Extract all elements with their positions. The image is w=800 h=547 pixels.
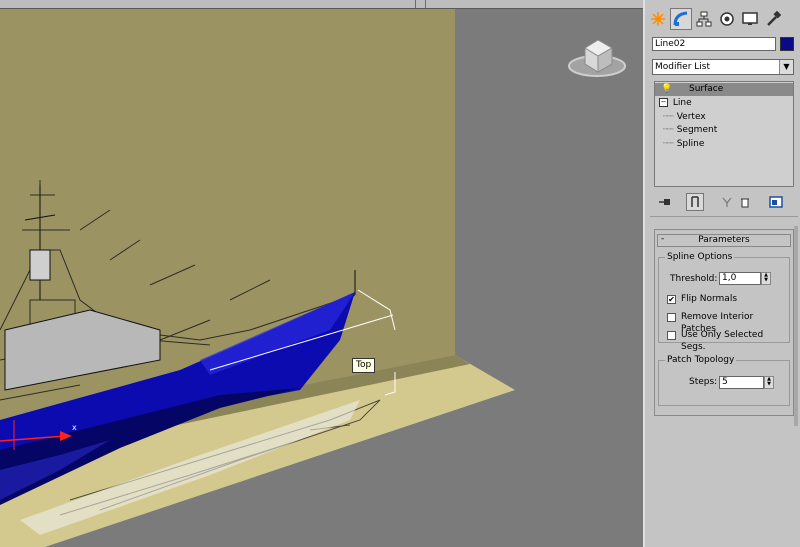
display-tab[interactable] [739, 8, 761, 30]
steps-input[interactable]: 5 [719, 376, 764, 389]
configure-modifier-sets-button[interactable] [767, 193, 785, 211]
spline-options-group: Spline Options Threshold: 1,0 ▲ ▼ ✔ Flip … [658, 252, 790, 352]
make-unique-icon [722, 197, 732, 207]
hierarchy-icon [696, 11, 712, 27]
use-only-selected-segs-label: Use Only Selected Segs. [681, 330, 764, 352]
stack-item-label: Line [672, 98, 692, 108]
utilities-tab[interactable] [762, 8, 784, 30]
stack-item-vertex[interactable]: ┈┈ Vertex [663, 111, 706, 124]
viewport-tooltip-top: Top [352, 358, 376, 373]
collapse-toggle-icon: − [659, 98, 668, 107]
patch-topology-group: Patch Topology Steps: 5 ▲ ▼ [658, 355, 790, 406]
configure-icon [769, 196, 783, 208]
steps-label: Steps: [689, 377, 718, 387]
lightbulb-icon: 💡 [661, 84, 673, 94]
stack-item-surface[interactable]: 💡 Surface [655, 83, 793, 96]
threshold-input[interactable]: 1,0 [719, 272, 761, 285]
tree-connector: ┈┈ [663, 112, 674, 122]
viewcube-icon[interactable] [568, 39, 626, 77]
utilities-icon [767, 11, 781, 26]
threshold-label: Threshold: [670, 274, 718, 284]
object-color-swatch[interactable] [780, 37, 794, 51]
panel-divider [650, 216, 798, 217]
parameters-rollout: - Parameters Spline Options Threshold: 1… [654, 229, 794, 416]
stack-item-label: Segment [676, 125, 718, 135]
pin-stack-button[interactable] [656, 193, 674, 211]
show-end-result-button[interactable] [686, 193, 704, 211]
flip-normals-checkbox[interactable]: ✔ [667, 295, 676, 304]
remove-modifier-button[interactable] [736, 193, 754, 211]
remove-interior-patches-checkbox[interactable] [667, 313, 676, 322]
object-name-field[interactable]: Line02 [652, 37, 776, 51]
modifier-list-label: Modifier List [655, 62, 710, 72]
rollout-title: Parameters [698, 235, 750, 245]
stack-toolbar [654, 193, 796, 211]
use-only-selected-segs-checkbox[interactable] [667, 331, 676, 340]
display-icon [742, 12, 758, 25]
group-legend: Spline Options [665, 252, 735, 263]
stack-item-spline[interactable]: ┈┈ Spline [663, 138, 704, 151]
group-legend: Patch Topology [665, 355, 737, 366]
make-unique-button[interactable] [718, 193, 736, 211]
parameters-rollout-header[interactable]: - Parameters [657, 234, 791, 247]
pin-icon [659, 199, 670, 205]
threshold-spinner[interactable]: ▲ ▼ [761, 272, 771, 285]
modifier-list-dropdown[interactable]: Modifier List ▼ [652, 59, 794, 75]
stack-item-segment[interactable]: ┈┈ Segment [663, 124, 717, 137]
stack-item-label: Surface [689, 84, 724, 94]
modify-tab[interactable] [670, 8, 692, 30]
modify-icon [673, 11, 688, 26]
flip-normals-label: Flip Normals [681, 294, 738, 304]
modifier-stack: 💡 Surface − Line ┈┈ Vertex ┈┈ Segment ┈┈… [654, 81, 794, 187]
command-panel-tabs [647, 8, 799, 32]
command-panel: Line02 Modifier List ▼ 💡 Surface − Line … [643, 0, 800, 547]
panel-scrollbar[interactable] [794, 226, 798, 426]
stack-item-label: Vertex [676, 112, 706, 122]
axis-x-label: x [72, 423, 77, 432]
create-tab[interactable] [647, 8, 669, 30]
chevron-down-icon: ▼ [779, 60, 793, 74]
trash-icon [741, 198, 749, 208]
tree-connector: ┈┈ [663, 125, 674, 135]
hierarchy-tab[interactable] [693, 8, 715, 30]
create-icon [651, 12, 665, 26]
viewport-top-strip [0, 0, 643, 9]
tree-connector: ┈┈ [663, 139, 674, 149]
perspective-viewport[interactable]: x Top [0, 0, 643, 547]
end-result-icon [691, 196, 699, 207]
stack-item-line[interactable]: − Line [659, 97, 692, 110]
scene-render: x [0, 0, 626, 547]
stack-item-label: Spline [676, 139, 705, 149]
steps-spinner[interactable]: ▲ ▼ [764, 376, 774, 389]
motion-tab[interactable] [716, 8, 738, 30]
motion-icon [720, 12, 734, 26]
collapse-icon: - [661, 234, 665, 244]
